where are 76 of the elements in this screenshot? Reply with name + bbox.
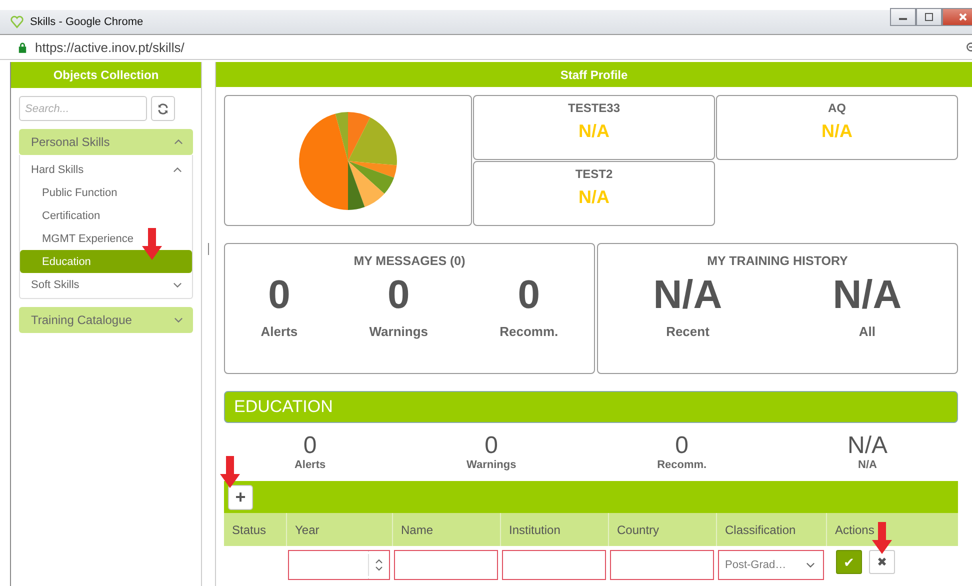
tree-item[interactable]: Soft Skills — [20, 273, 192, 296]
maximize-icon — [924, 12, 934, 22]
accordion-header[interactable]: Training Catalogue — [19, 307, 193, 333]
indicator-name: TESTE33 — [568, 101, 620, 115]
add-button[interactable]: + — [228, 484, 253, 510]
institution-input[interactable] — [502, 550, 606, 580]
window-title: Skills - Google Chrome — [30, 16, 144, 28]
accordion-label: Training Catalogue — [31, 313, 132, 327]
stat-value: 0 — [388, 272, 410, 318]
stat-label: Recomm. — [657, 459, 707, 471]
cancel-button[interactable]: ✖ — [869, 550, 895, 574]
stat-label: Recent — [666, 324, 710, 339]
down-arrow-icon — [220, 456, 240, 488]
indicator-value: N/A — [578, 187, 610, 208]
column-header: Status — [231, 522, 268, 538]
column-header: Country — [608, 513, 716, 546]
accordion-label: Personal Skills — [31, 135, 110, 149]
app-icon — [10, 15, 24, 29]
stat-value: 0 — [303, 433, 317, 459]
spinner-icon[interactable] — [375, 558, 383, 572]
panel-header: Staff Profile — [216, 62, 972, 87]
year-input[interactable] — [288, 550, 390, 580]
stat-value: N/A — [848, 433, 888, 459]
stat-value: N/A — [653, 272, 722, 318]
stat-value: 0 — [268, 272, 290, 318]
refresh-icon — [157, 102, 169, 114]
select-value: Post-Grad… — [725, 559, 786, 571]
indicator-name: AQ — [828, 101, 846, 115]
column-header: Name — [392, 513, 500, 546]
column-header: Institution — [500, 513, 608, 546]
accordion-header[interactable]: Personal Skills — [19, 129, 193, 155]
chevron-icon — [174, 139, 183, 145]
sidebar-header: Objects Collection — [11, 62, 201, 88]
column-header: Year — [286, 513, 392, 546]
refresh-button[interactable] — [151, 96, 175, 121]
chevron-icon — [173, 166, 182, 172]
close-button[interactable] — [942, 8, 972, 26]
tree-item[interactable]: Public Function — [20, 181, 192, 204]
chevron-icon — [173, 282, 182, 288]
splitter-handle[interactable] — [208, 243, 209, 255]
stat-value: 0 — [675, 433, 689, 459]
indicator-name: TEST2 — [575, 167, 613, 181]
section-header: EDUCATION — [224, 391, 958, 423]
card-title: MY TRAINING HISTORY — [707, 254, 848, 268]
name-input[interactable] — [394, 550, 498, 580]
stat-value: 0 — [484, 433, 498, 459]
stat-label: Alerts — [294, 459, 326, 471]
down-arrow-icon — [872, 522, 892, 554]
tree-item-label: Soft Skills — [31, 278, 80, 290]
lock-icon — [18, 42, 27, 52]
classification-select[interactable]: Post-Grad… — [718, 550, 824, 580]
tree-item[interactable]: Hard Skills — [20, 158, 192, 181]
stat-label: All — [858, 324, 876, 339]
stat-value: 0 — [518, 272, 540, 318]
close-icon — [958, 12, 968, 22]
column-header: Classification — [716, 513, 826, 546]
tree-item[interactable]: MGMT Experience — [20, 227, 192, 250]
indicator-value: N/A — [822, 121, 852, 142]
minimize-button[interactable] — [890, 8, 916, 26]
tree-item-label: Hard Skills — [31, 164, 84, 176]
url-text[interactable]: https://active.inov.pt/skills/ — [35, 40, 184, 54]
card-title: MY MESSAGES (0) — [354, 254, 466, 268]
tree-item[interactable]: Certification — [20, 204, 192, 227]
stat-label: Warnings — [466, 459, 516, 471]
maximize-button[interactable] — [916, 8, 942, 26]
stat-label: Alerts — [260, 324, 298, 339]
stat-label: Recomm. — [500, 324, 558, 339]
indicator-value: N/A — [578, 121, 610, 142]
caret-icon — [806, 562, 815, 568]
search-field[interactable]: Search... — [19, 96, 147, 121]
chevron-icon — [174, 317, 183, 323]
stat-label: N/A — [858, 459, 877, 471]
stat-value: N/A — [832, 272, 902, 318]
down-arrow-icon — [142, 228, 162, 260]
stat-label: Warnings — [369, 324, 428, 339]
country-input[interactable] — [610, 550, 714, 580]
